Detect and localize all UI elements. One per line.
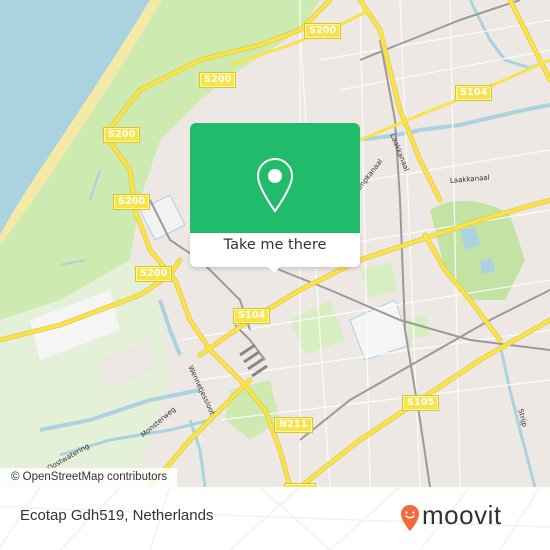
take-me-there-popup[interactable]: Take me there — [190, 123, 360, 273]
route-shield-s200: S200 — [102, 127, 141, 143]
route-shield-s104: S104 — [232, 308, 271, 324]
route-shield-s200: S200 — [303, 23, 342, 39]
map-view[interactable]: S200 S200 S200 S200 S200 S200 S104 S104 … — [0, 0, 550, 487]
east-park — [430, 200, 525, 300]
popup-pointer — [267, 266, 281, 273]
map-attribution[interactable]: © OpenStreetMap contributors — [0, 468, 178, 487]
route-shield-s200: S200 — [112, 194, 151, 210]
park-patch — [290, 300, 345, 355]
route-shield-s200: S200 — [134, 266, 173, 282]
place-name: Ecotap Gdh519, Netherlands — [20, 507, 214, 524]
take-me-there-button[interactable]: Take me there — [190, 233, 360, 259]
footer: Ecotap Gdh519, Netherlands moovit — [0, 487, 550, 550]
route-shield-s104: S104 — [454, 85, 493, 101]
moovit-pin-icon — [401, 505, 419, 531]
moovit-wordmark: moovit — [422, 500, 502, 530]
map-pin-icon — [256, 157, 294, 213]
route-shield-n211: N211 — [274, 417, 313, 433]
route-shield-s200: S200 — [198, 72, 237, 88]
route-shield-s105: S105 — [401, 395, 440, 411]
